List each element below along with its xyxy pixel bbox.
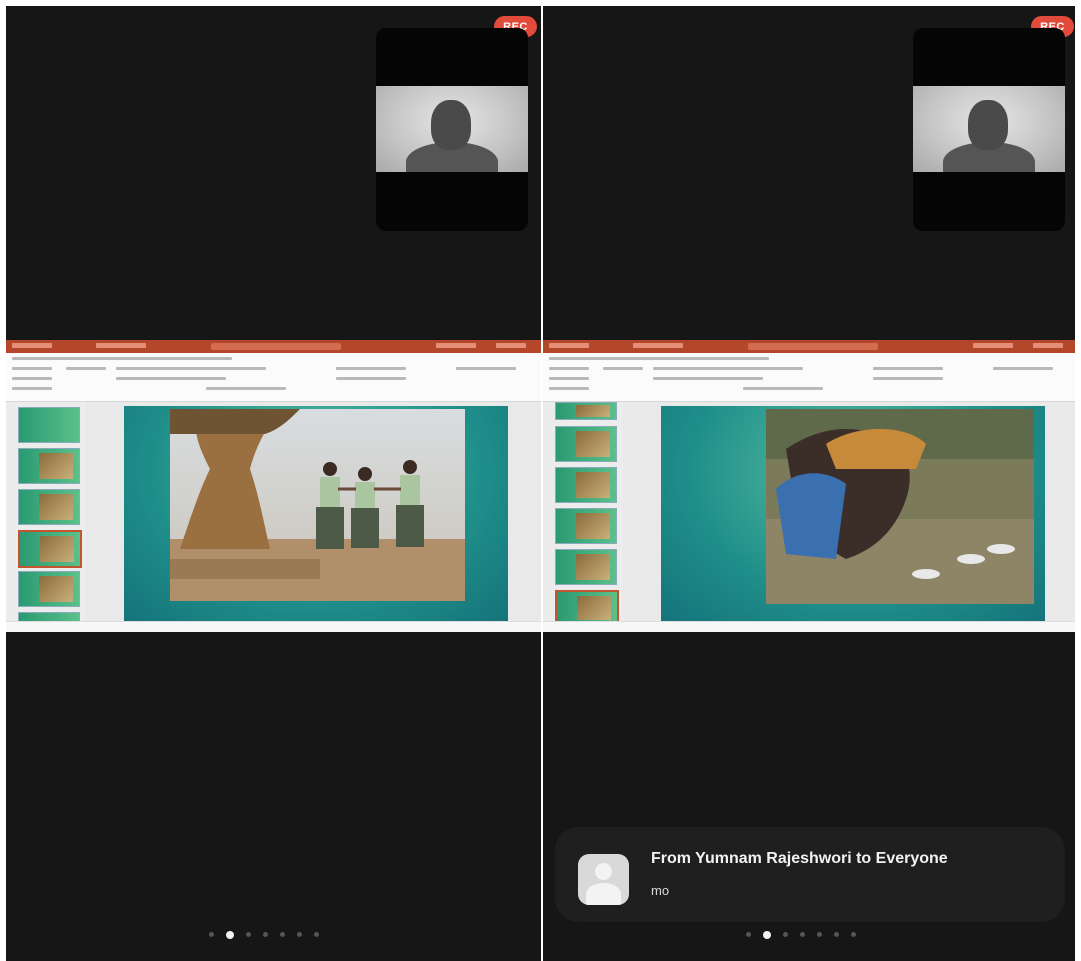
page-dot-active[interactable] xyxy=(226,931,234,939)
page-dot[interactable] xyxy=(246,932,251,937)
participant-video xyxy=(376,86,528,172)
participant-video-tile[interactable] xyxy=(913,28,1065,231)
user-avatar-icon xyxy=(578,854,629,905)
page-dot[interactable] xyxy=(746,932,751,937)
page-dot[interactable] xyxy=(817,932,822,937)
slide-editor xyxy=(623,402,1075,622)
page-dot[interactable] xyxy=(280,932,285,937)
meeting-view-left: REC xyxy=(6,6,541,961)
current-slide xyxy=(124,406,508,622)
page-dot[interactable] xyxy=(851,932,856,937)
slide-thumbnails[interactable] xyxy=(6,402,86,624)
powerpoint-statusbar xyxy=(543,621,1075,632)
slide-editor xyxy=(86,402,541,622)
powerpoint-titlebar xyxy=(543,340,1075,353)
page-dot[interactable] xyxy=(209,932,214,937)
slide-photo xyxy=(766,409,1034,604)
page-indicator[interactable] xyxy=(746,931,856,939)
current-slide xyxy=(661,406,1045,622)
page-dot-active[interactable] xyxy=(763,931,771,939)
powerpoint-ribbon xyxy=(543,353,1075,402)
shared-screen[interactable] xyxy=(6,340,541,632)
shared-screen[interactable] xyxy=(543,340,1075,632)
page-dot[interactable] xyxy=(783,932,788,937)
meeting-view-right: REC From Yumnam Rajeshwori to Everyone m… xyxy=(543,6,1075,961)
powerpoint-statusbar xyxy=(6,621,541,632)
page-dot[interactable] xyxy=(834,932,839,937)
page-dot[interactable] xyxy=(800,932,805,937)
powerpoint-ribbon xyxy=(6,353,541,402)
search-box xyxy=(748,343,878,350)
chat-notification-message: mo xyxy=(651,883,670,898)
chat-notification[interactable]: From Yumnam Rajeshwori to Everyone mo xyxy=(555,827,1065,922)
chat-notification-title: From Yumnam Rajeshwori to Everyone xyxy=(651,850,948,867)
slide-photo xyxy=(170,409,465,601)
powerpoint-titlebar xyxy=(6,340,541,353)
participant-video xyxy=(913,86,1065,172)
page-indicator[interactable] xyxy=(209,931,319,939)
search-box xyxy=(211,343,341,350)
page-dot[interactable] xyxy=(314,932,319,937)
page-dot[interactable] xyxy=(297,932,302,937)
page-dot[interactable] xyxy=(263,932,268,937)
slide-thumbnails[interactable] xyxy=(543,402,623,624)
participant-video-tile[interactable] xyxy=(376,28,528,231)
